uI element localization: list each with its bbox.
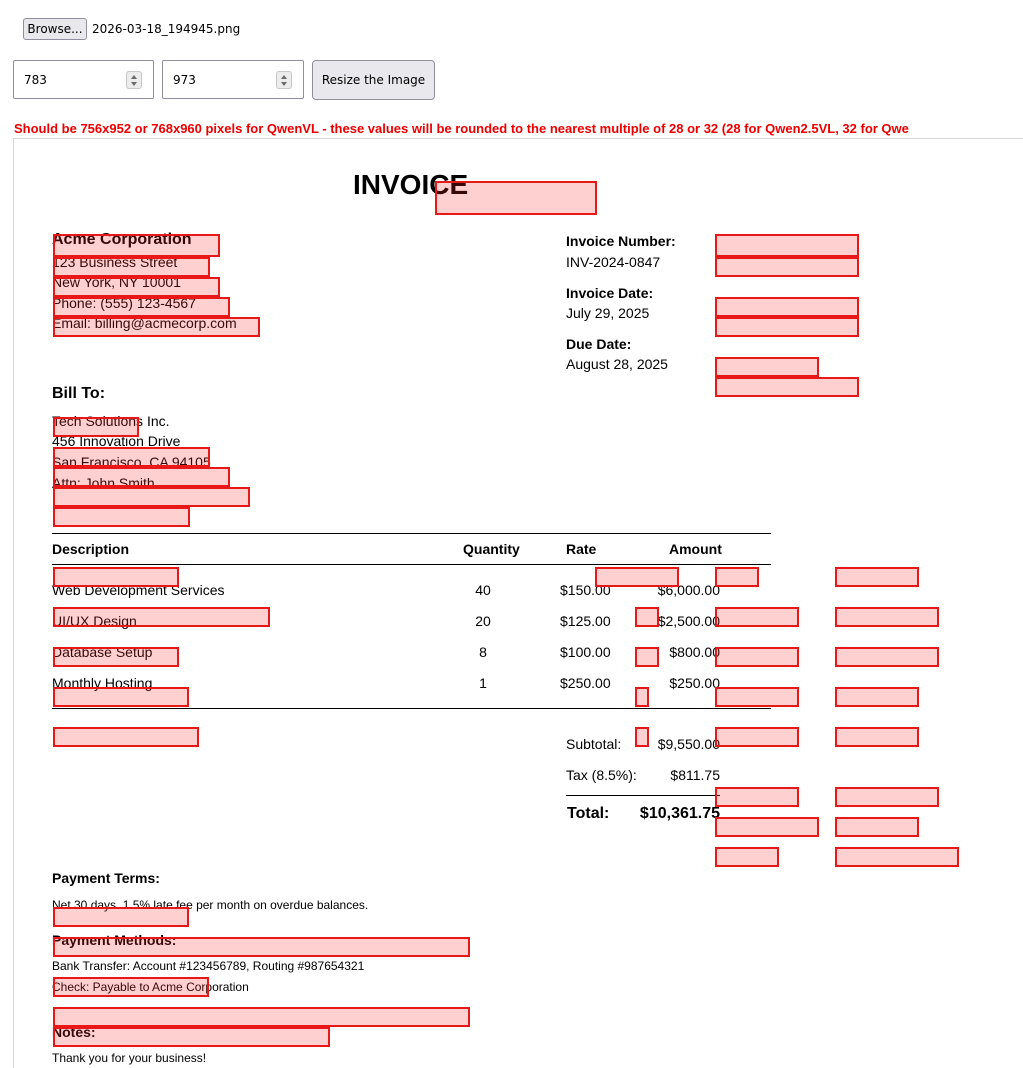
width-input[interactable] xyxy=(24,71,114,89)
table-header-rule xyxy=(52,564,771,565)
annotation-box xyxy=(53,727,199,747)
due-date-value: August 28, 2025 xyxy=(566,356,668,372)
payment-terms-heading: Payment Terms: xyxy=(52,870,160,886)
annotation-box xyxy=(835,847,959,867)
annotation-box xyxy=(53,417,139,437)
annotation-box xyxy=(835,687,919,707)
annotation-box xyxy=(53,507,190,527)
annotation-box xyxy=(715,297,859,317)
row-rate: $250.00 xyxy=(560,675,611,691)
height-input[interactable] xyxy=(173,71,263,89)
annotation-box xyxy=(53,937,470,957)
row-quantity: 8 xyxy=(479,644,487,660)
annotation-box xyxy=(715,787,799,807)
annotation-box xyxy=(715,257,859,277)
annotation-box xyxy=(53,277,220,297)
annotation-box xyxy=(635,607,659,627)
annotation-box xyxy=(53,1007,470,1027)
annotation-box xyxy=(835,567,919,587)
annotation-box xyxy=(635,727,649,747)
invoice-number-value: INV-2024-0847 xyxy=(566,254,661,270)
invoice-preview: INVOICE Acme Corporation 123 Business St… xyxy=(13,138,1023,1068)
width-spinner-icon[interactable] xyxy=(126,71,142,89)
invoice-date-label: Invoice Date: xyxy=(566,285,654,301)
annotation-box xyxy=(715,847,779,867)
annotation-box xyxy=(715,567,759,587)
annotation-box xyxy=(53,257,210,277)
bill-to-heading: Bill To: xyxy=(52,385,106,402)
selected-file-name: 2026-03-18_194945.png xyxy=(92,22,241,36)
annotation-box xyxy=(53,467,230,487)
annotation-box xyxy=(635,647,659,667)
col-header-amount: Amount xyxy=(669,541,722,557)
subtotal-label: Subtotal: xyxy=(566,736,622,752)
annotation-box xyxy=(53,977,209,997)
annotation-box xyxy=(715,607,799,627)
annotation-box xyxy=(53,647,179,667)
row-rate: $100.00 xyxy=(560,644,611,660)
annotation-box xyxy=(53,297,230,317)
annotation-box xyxy=(53,687,189,707)
table-bottom-rule xyxy=(52,708,771,709)
annotation-box xyxy=(53,907,189,927)
total-rule xyxy=(566,795,720,796)
annotation-box xyxy=(835,607,939,627)
total-value: $10,361.75 xyxy=(639,805,720,822)
annotation-box xyxy=(715,234,859,257)
annotation-box xyxy=(635,687,649,707)
tax-value: $811.75 xyxy=(670,767,720,783)
annotation-box xyxy=(53,567,179,587)
annotation-box xyxy=(53,234,220,257)
annotation-box xyxy=(835,817,919,837)
annotation-box xyxy=(715,647,799,667)
resize-image-button[interactable]: Resize the Image xyxy=(312,60,435,100)
annotation-box xyxy=(53,447,210,467)
annotation-box xyxy=(715,687,799,707)
due-date-label: Due Date: xyxy=(566,336,632,352)
col-header-rate: Rate xyxy=(566,541,597,557)
annotation-box xyxy=(835,727,919,747)
notes-text: Thank you for your business! xyxy=(52,1051,207,1065)
annotation-box xyxy=(53,317,260,337)
annotation-box xyxy=(53,487,250,507)
height-field[interactable] xyxy=(162,60,304,99)
payment-method-bank: Bank Transfer: Account #123456789, Routi… xyxy=(52,959,365,973)
annotation-box xyxy=(53,1027,330,1047)
width-field[interactable] xyxy=(13,60,154,99)
annotation-box xyxy=(715,817,819,837)
annotation-box xyxy=(835,647,939,667)
height-spinner-icon[interactable] xyxy=(276,71,292,89)
row-quantity: 1 xyxy=(479,675,487,691)
browse-button[interactable]: Browse... xyxy=(23,18,87,40)
annotation-box xyxy=(835,787,939,807)
invoice-number-label: Invoice Number: xyxy=(566,233,676,249)
invoice-date-value: July 29, 2025 xyxy=(566,305,650,321)
col-header-quantity: Quantity xyxy=(463,541,520,557)
col-header-description: Description xyxy=(52,541,130,557)
size-warning-text: Should be 756x952 or 768x960 pixels for … xyxy=(14,121,909,136)
table-top-rule xyxy=(52,533,771,534)
annotation-box xyxy=(595,567,679,587)
row-quantity: 40 xyxy=(475,582,491,598)
annotation-box xyxy=(715,317,859,337)
row-quantity: 20 xyxy=(475,613,491,629)
annotation-box xyxy=(435,181,597,215)
annotation-box xyxy=(715,377,859,397)
annotation-box xyxy=(715,727,799,747)
annotation-box xyxy=(715,357,819,377)
row-rate: $125.00 xyxy=(560,613,611,629)
annotation-box xyxy=(53,607,270,627)
